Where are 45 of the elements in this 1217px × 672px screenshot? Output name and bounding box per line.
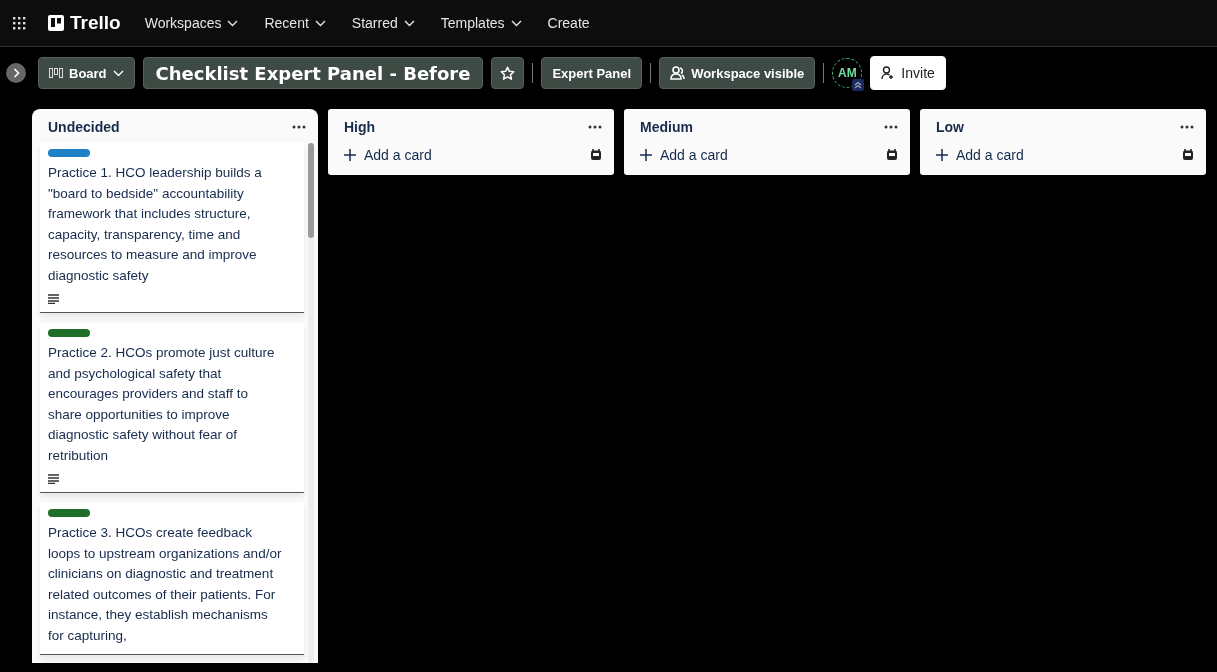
more-icon[interactable]: [884, 125, 898, 129]
chevron-right-icon: [12, 68, 20, 78]
card-template-icon[interactable]: [1182, 149, 1194, 161]
more-icon[interactable]: [292, 125, 306, 129]
card-text: Practice 3. HCOs create feedback loops to upstream organizations and/or clinicians on diagnostic and treatment related outcomes of their patients. For instance, they establish mechanisms for capturing,: [48, 524, 283, 645]
card-text: Practice 1. HCO leadership builds a "board to bedside" accountability framework that includes structure, capacity, transparency, time and resources to measure and improve diagnostic safety: [48, 164, 263, 285]
list-title[interactable]: Medium: [640, 119, 693, 135]
plus-icon: [936, 149, 948, 161]
sidebar-expand-button[interactable]: [6, 63, 26, 83]
add-person-icon: [881, 66, 896, 80]
admin-badge-icon: [852, 79, 865, 91]
nav-menu-button[interactable]: Starred: [349, 11, 417, 35]
add-card-button[interactable]: Add a card: [936, 143, 1024, 167]
list-title[interactable]: High: [344, 119, 376, 135]
card[interactable]: Practice 1. HCO leadership builds a "board to bedside" accountability framework that includes structure, capacity, transparency, time and resources to measure and improve diagnostic safety: [40, 143, 304, 313]
card[interactable]: Practice 2. HCOs promote just culture and psychological safety that encourages providers and staff to share opportunities to improve diagnostic safety without fear of retribution: [40, 323, 304, 493]
list-title[interactable]: Undecided: [48, 119, 120, 135]
app-grid-icon[interactable]: [12, 16, 26, 30]
star-button[interactable]: [491, 57, 525, 89]
more-icon[interactable]: [1180, 125, 1194, 129]
scrollbar[interactable]: [308, 143, 314, 663]
card[interactable]: [40, 503, 304, 655]
board-icon: [49, 68, 63, 78]
card-template-icon[interactable]: [590, 149, 602, 161]
add-card-button[interactable]: Add a card: [640, 143, 728, 167]
more-icon[interactable]: [588, 125, 602, 129]
board-title[interactable]: Checklist Expert Panel - Before: [142, 57, 484, 89]
add-card-button[interactable]: Add a card: [344, 143, 432, 167]
card-text: Practice 2. HCOs promote just culture and psychological safety that encourages providers and staff to share opportunities to improve diagnostic safety without fear of retribution: [48, 344, 276, 465]
trello-logo[interactable]: Trello: [70, 12, 121, 34]
chevron-down-icon: [112, 69, 124, 77]
people-icon: [670, 66, 686, 80]
list-title[interactable]: Low: [936, 119, 964, 135]
logo-icon: [48, 15, 64, 31]
card-template-icon[interactable]: [886, 149, 898, 161]
nav-menu-button[interactable]: Create: [545, 11, 592, 35]
board-view-button[interactable]: Board: [38, 57, 135, 89]
invite-button[interactable]: Invite: [870, 56, 946, 90]
nav-menu-button[interactable]: Recent: [262, 11, 328, 35]
workspace-button[interactable]: Expert Panel: [541, 57, 643, 89]
nav-menu-button[interactable]: Templates: [438, 11, 524, 35]
plus-icon: [640, 149, 652, 161]
visibility-button[interactable]: Workspace visible: [659, 57, 816, 89]
nav-menu-button[interactable]: Workspaces: [142, 11, 241, 35]
plus-icon: [344, 149, 356, 161]
